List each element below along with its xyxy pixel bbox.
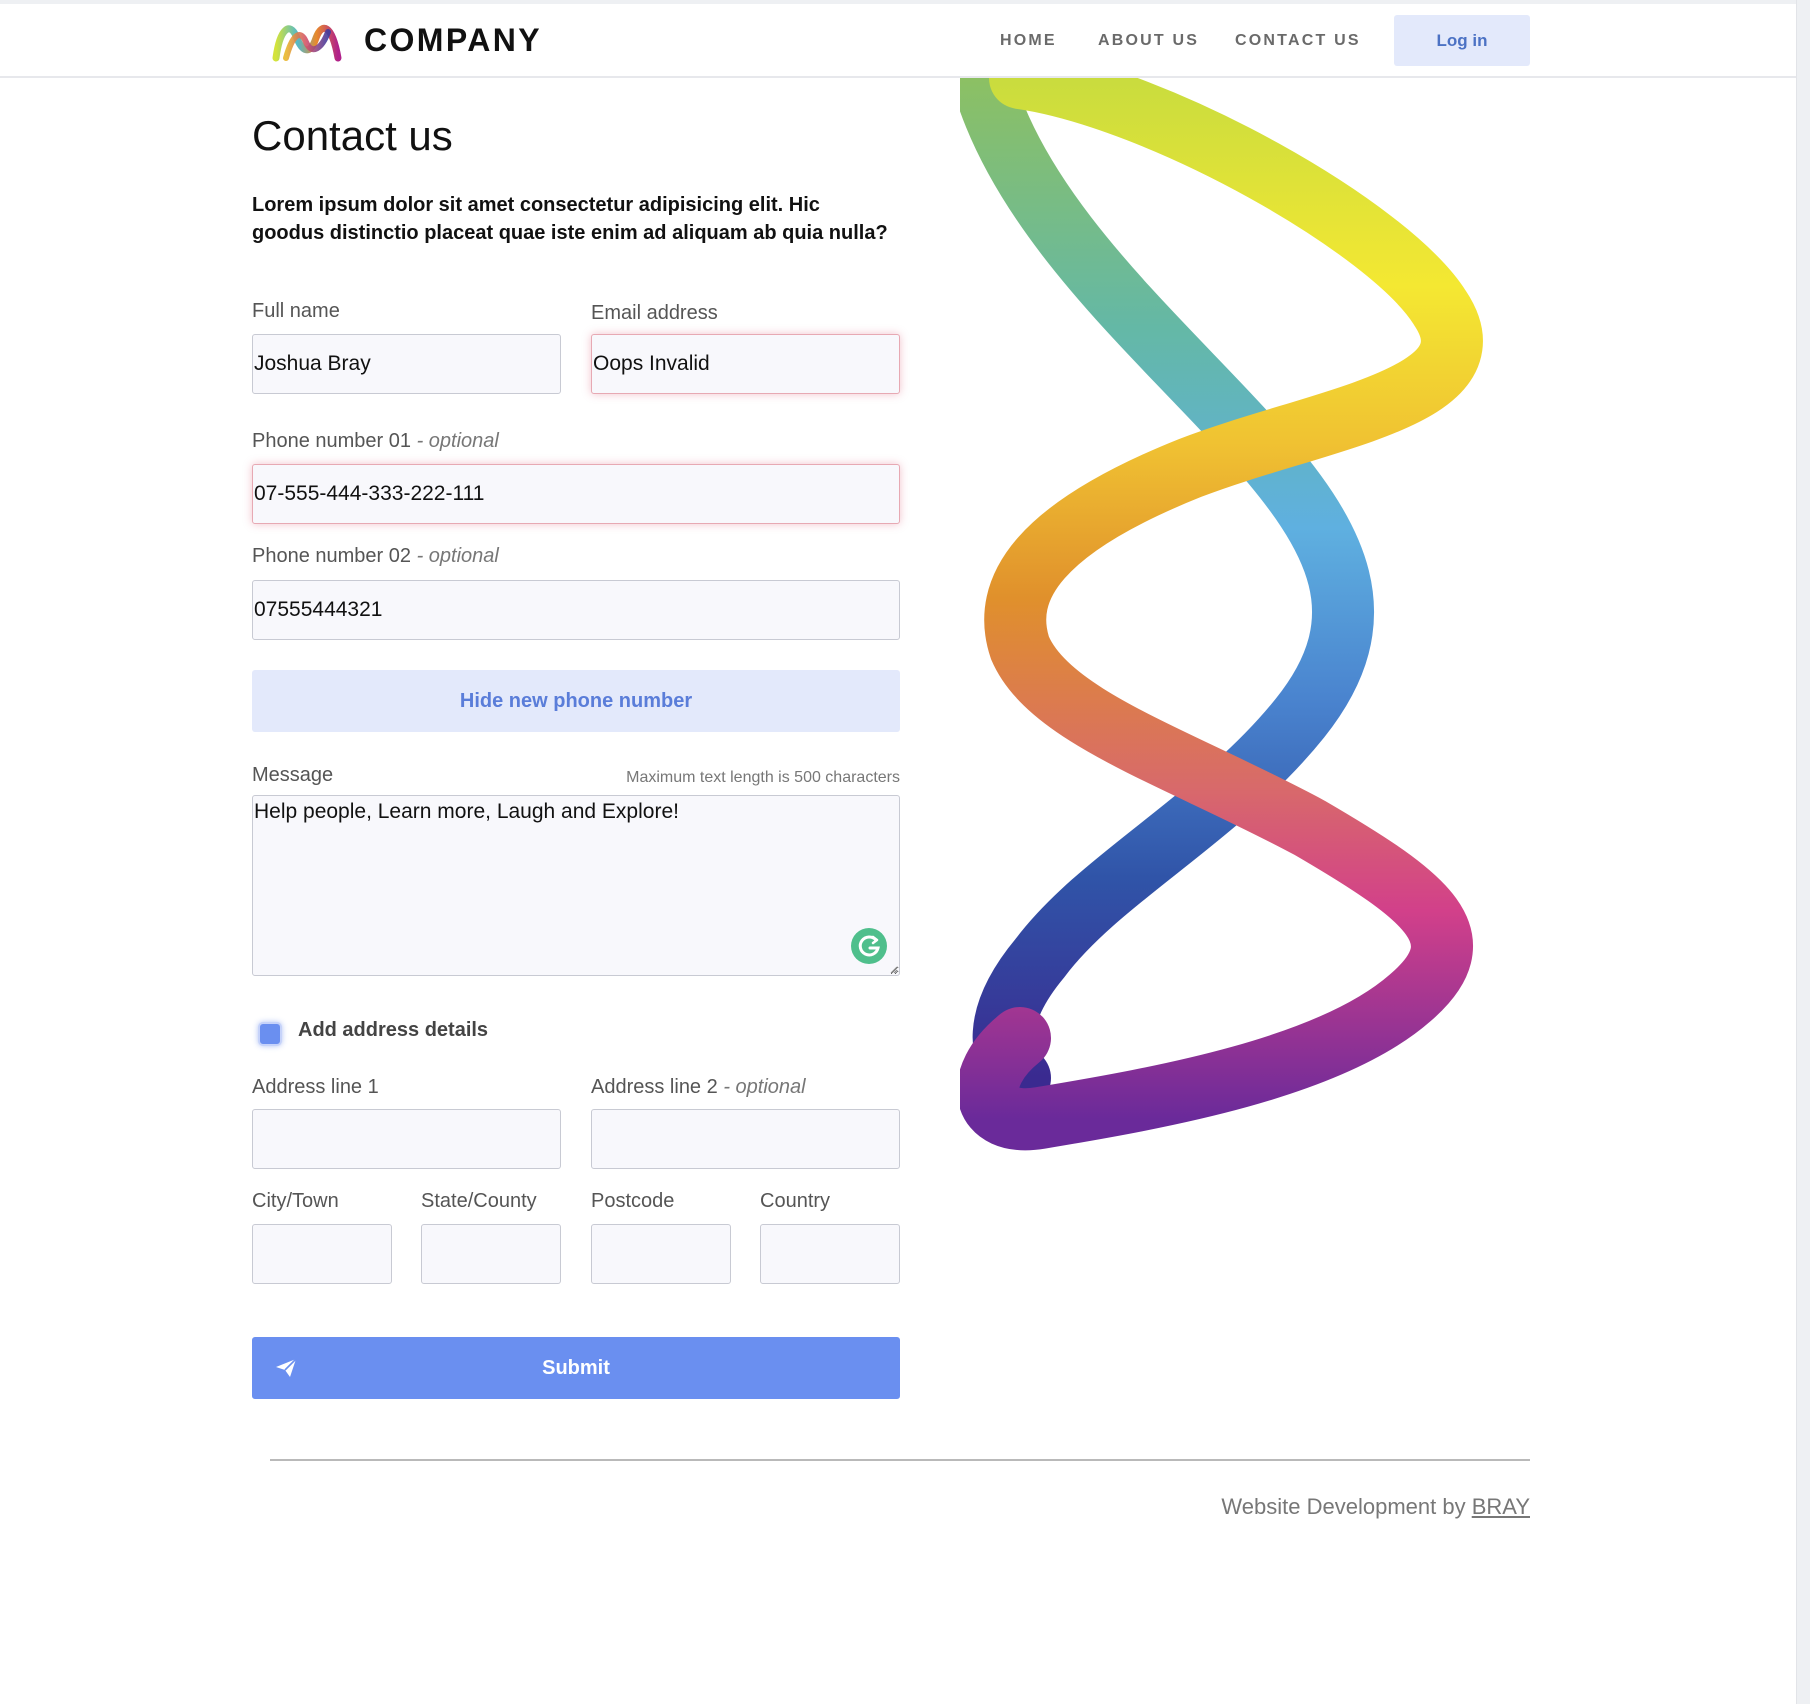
submit-button[interactable]: Submit bbox=[252, 1337, 900, 1399]
phone1-label: Phone number 01 - optional bbox=[252, 430, 499, 452]
grammarly-icon[interactable] bbox=[851, 928, 887, 964]
optional-tag: - optional bbox=[416, 545, 499, 567]
phone2-label: Phone number 02 - optional bbox=[252, 545, 499, 567]
message-length-hint: Maximum text length is 500 characters bbox=[626, 769, 900, 786]
email-label: Email address bbox=[591, 302, 718, 324]
full-name-label: Full name bbox=[252, 300, 340, 322]
full-name-input[interactable] bbox=[252, 334, 561, 394]
page-scrollbar[interactable] bbox=[1796, 0, 1810, 1704]
city-label: City/Town bbox=[252, 1190, 339, 1212]
address1-input[interactable] bbox=[252, 1109, 561, 1169]
phone2-input[interactable] bbox=[252, 580, 900, 640]
address1-label: Address line 1 bbox=[252, 1076, 379, 1098]
city-input[interactable] bbox=[252, 1224, 392, 1284]
country-label: Country bbox=[760, 1190, 831, 1212]
postcode-label: Postcode bbox=[591, 1190, 675, 1212]
country-input[interactable] bbox=[760, 1224, 900, 1284]
decorative-ribbon-graphic bbox=[960, 78, 1483, 1151]
nav-home-link[interactable]: HOME bbox=[1000, 32, 1057, 50]
optional-tag: - optional bbox=[416, 430, 499, 452]
address2-input[interactable] bbox=[591, 1109, 900, 1169]
optional-tag: - optional bbox=[723, 1076, 806, 1098]
company-logo-icon bbox=[272, 24, 342, 62]
page-title: Contact us bbox=[252, 112, 453, 159]
nav-about-link[interactable]: ABOUT US bbox=[1098, 32, 1199, 50]
address-checkbox[interactable] bbox=[258, 1022, 282, 1046]
nav-contact-link[interactable]: CONTACT US bbox=[1235, 32, 1361, 50]
company-name: COMPANY bbox=[364, 22, 542, 58]
resize-grip-icon[interactable] bbox=[890, 966, 898, 974]
phone1-input[interactable] bbox=[252, 464, 900, 524]
state-input[interactable] bbox=[421, 1224, 561, 1284]
footer-credit: Website Development by BRAY bbox=[1221, 1494, 1530, 1520]
navbar: COMPANY HOME ABOUT US CONTACT US Log in bbox=[0, 4, 1796, 78]
hide-phone-button[interactable]: Hide new phone number bbox=[252, 670, 900, 732]
message-textarea[interactable]: Help people, Learn more, Laugh and Explo… bbox=[252, 795, 900, 976]
login-button[interactable]: Log in bbox=[1394, 15, 1530, 66]
address-checkbox-label[interactable]: Add address details bbox=[298, 1019, 488, 1042]
footer-divider bbox=[270, 1459, 1530, 1461]
paper-plane-icon bbox=[276, 1358, 297, 1377]
email-input[interactable] bbox=[591, 334, 900, 394]
footer-bray-link[interactable]: BRAY bbox=[1472, 1494, 1530, 1519]
address2-label: Address line 2 - optional bbox=[591, 1076, 806, 1098]
footer-credit-text: Website Development by bbox=[1221, 1494, 1466, 1519]
message-label: Message bbox=[252, 764, 334, 786]
intro-text: Lorem ipsum dolor sit amet consectetur a… bbox=[252, 194, 888, 244]
submit-label: Submit bbox=[542, 1356, 610, 1379]
state-label: State/County bbox=[421, 1190, 537, 1212]
postcode-input[interactable] bbox=[591, 1224, 731, 1284]
